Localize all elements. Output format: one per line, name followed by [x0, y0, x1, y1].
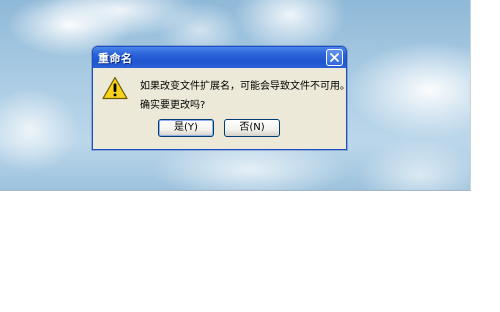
warning-icon [102, 76, 128, 100]
dialog-title: 重命名 [98, 52, 133, 65]
close-icon [330, 53, 339, 62]
rename-dialog: 重命名 如果改变文件扩展名，可能会导致文件不可用。 确实要更改吗? 是(Y) 否… [92, 46, 350, 150]
yes-button[interactable]: 是(Y) [158, 119, 214, 137]
no-button[interactable]: 否(N) [224, 119, 280, 137]
message-line-1: 如果改变文件扩展名，可能会导致文件不可用。 [140, 81, 350, 92]
close-button[interactable] [326, 49, 343, 66]
message-line-2: 确实要更改吗? [140, 100, 206, 111]
dialog-body: 如果改变文件扩展名，可能会导致文件不可用。 确实要更改吗? 是(Y) 否(N) [96, 68, 350, 146]
dialog-titlebar[interactable]: 重命名 [93, 47, 346, 68]
desktop-background: 重命名 如果改变文件扩展名，可能会导致文件不可用。 确实要更改吗? 是(Y) 否… [0, 0, 471, 191]
